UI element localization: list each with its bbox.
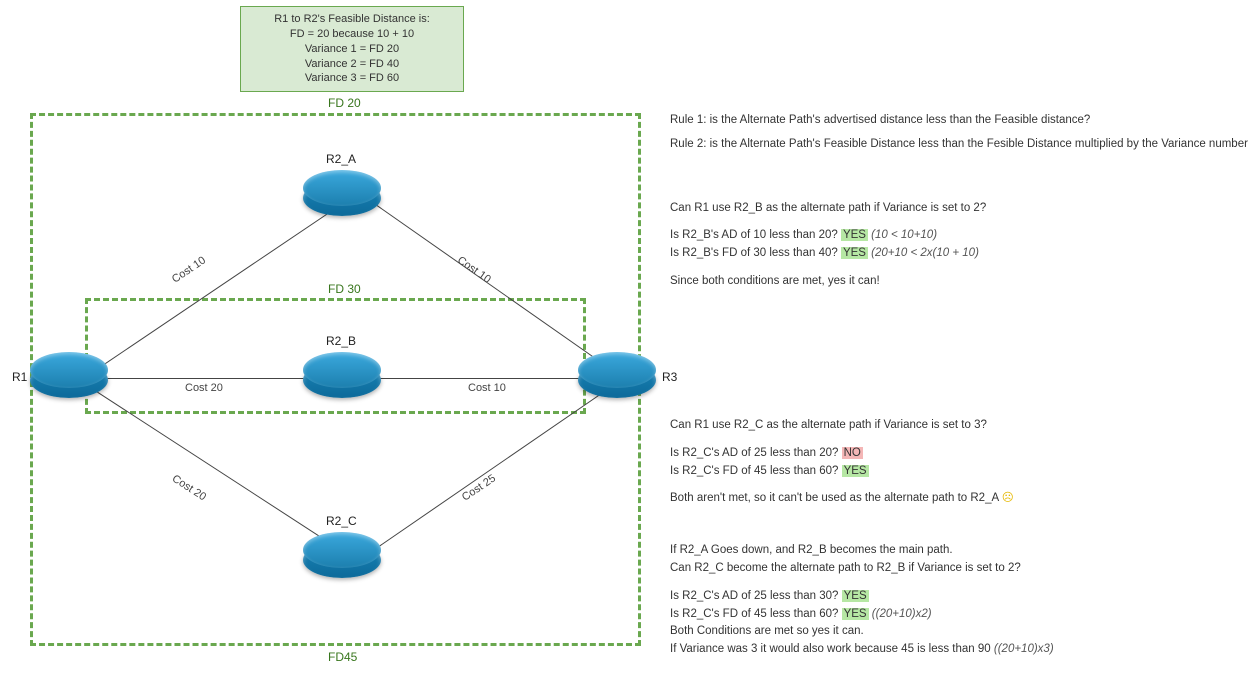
router-r2a [303,180,381,216]
rules-panel: Rule 1: is the Alternate Path's advertis… [670,112,1250,675]
q1-line2: Is R2_B's FD of 30 less than 40? YES (20… [670,245,1250,263]
fd-line: Variance 3 = FD 60 [249,71,455,86]
router-r2b [303,362,381,398]
q3-p1: If R2_A Goes down, and R2_B becomes the … [670,542,1250,560]
link-r1-r2b [92,378,317,379]
router-r1 [30,362,108,398]
rule-1: Rule 1: is the Alternate Path's advertis… [670,112,1250,130]
q2-title: Can R1 use R2_C as the alternate path if… [670,417,1250,435]
q1-title: Can R1 use R2_B as the alternate path if… [670,200,1250,218]
fd-line: Variance 2 = FD 40 [249,57,455,72]
q1-line1: Is R2_B's AD of 10 less than 20? YES (10… [670,227,1250,245]
q3-c1: Both Conditions are met so yes it can. [670,623,1250,641]
rule-2: Rule 2: is the Alternate Path's Feasible… [670,136,1250,154]
q3-c2: If Variance was 3 it would also work bec… [670,641,1250,659]
cost-r1-r2b: Cost 20 [185,382,223,394]
q3-p2: Can R2_C become the alternate path to R2… [670,560,1250,578]
fd45-label: FD45 [328,650,357,664]
q1-conclusion: Since both conditions are met, yes it ca… [670,273,1250,291]
router-r3 [578,362,656,398]
fd-line: R1 to R2's Feasible Distance is: [249,12,455,27]
question-1: Can R1 use R2_B as the alternate path if… [670,200,1250,291]
question-3: If R2_A Goes down, and R2_B becomes the … [670,542,1250,659]
cost-r2b-r3: Cost 10 [468,382,506,394]
router-r2a-label: R2_A [326,152,356,166]
question-2: Can R1 use R2_C as the alternate path if… [670,417,1250,508]
q2-line1: Is R2_C's AD of 25 less than 20? NO [670,445,1250,463]
q3-line2: Is R2_C's FD of 45 less than 60? YES ((2… [670,606,1250,624]
router-r2c-label: R2_C [326,514,357,528]
fd-info-box: R1 to R2's Feasible Distance is: FD = 20… [240,6,464,92]
fd20-label: FD 20 [328,96,361,110]
router-r2b-label: R2_B [326,334,356,348]
router-r1-label: R1 [12,370,27,384]
q2-conclusion: Both aren't met, so it can't be used as … [670,490,1250,508]
q2-line2: Is R2_C's FD of 45 less than 60? YES [670,463,1250,481]
q3-line1: Is R2_C's AD of 25 less than 30? YES [670,588,1250,606]
link-r2b-r3 [380,378,590,379]
sad-face-icon: ☹ [1002,492,1014,504]
fd-line: Variance 1 = FD 20 [249,42,455,57]
fd-line: FD = 20 because 10 + 10 [249,27,455,42]
router-r2c [303,542,381,578]
